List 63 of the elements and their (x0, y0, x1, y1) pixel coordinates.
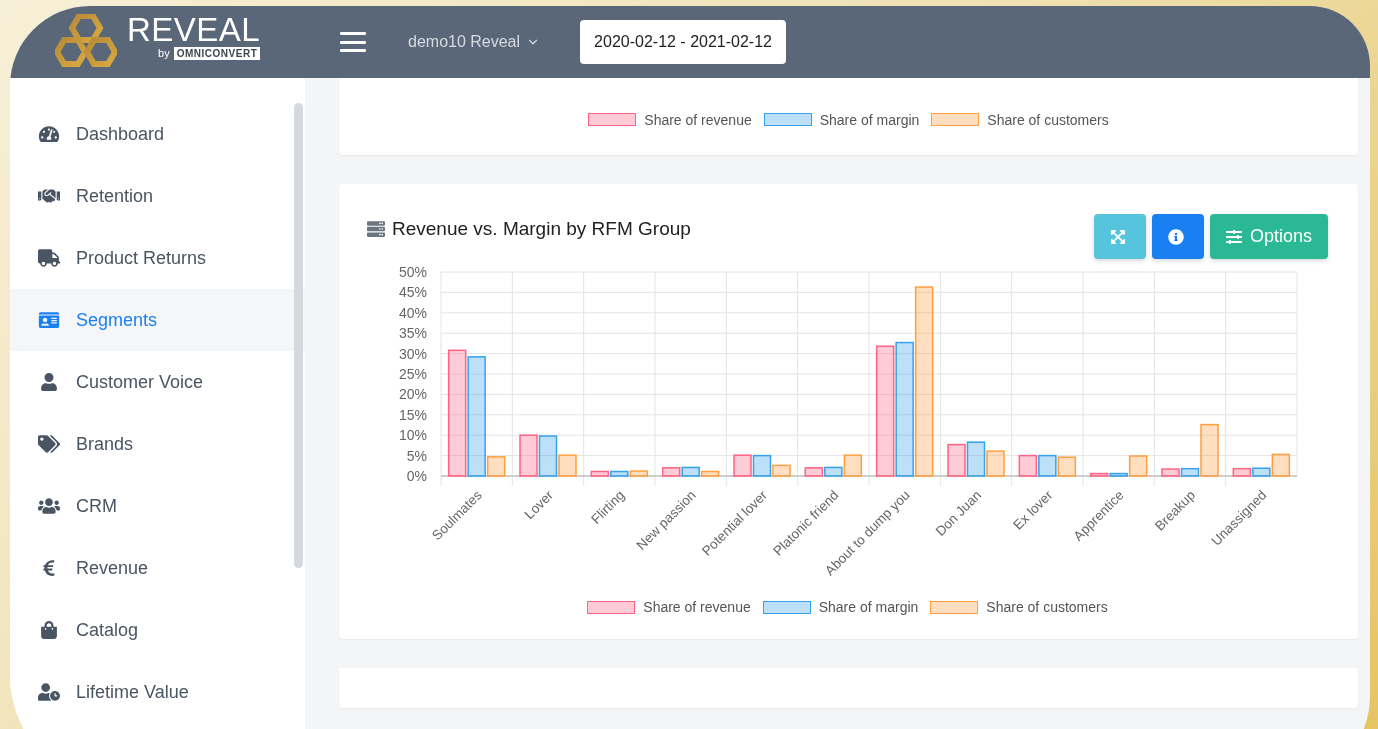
server-icon (367, 220, 385, 238)
axis-tick-label: 30% (398, 345, 427, 362)
hexagon-logo-icon (55, 14, 117, 70)
axis-tick-label: 45% (398, 284, 427, 301)
sidebar-item[interactable]: Retention (10, 165, 305, 227)
gauge-icon (38, 125, 60, 143)
sidebar-item[interactable]: Catalog (10, 599, 305, 661)
axis-tick-label: 15% (398, 406, 427, 423)
bar (986, 450, 1005, 477)
bar (1232, 467, 1252, 477)
sidebar-item[interactable]: Revenue (10, 537, 305, 599)
menu-icon[interactable] (340, 32, 366, 52)
sidebar-item[interactable]: CRM (10, 475, 305, 537)
bar (804, 467, 824, 477)
sliders-icon (1225, 228, 1242, 245)
info-icon (1167, 228, 1184, 245)
bar (661, 467, 681, 477)
axis-tick-label: 50% (398, 264, 427, 280)
bar (519, 434, 538, 477)
bar (733, 454, 752, 477)
axis-tick-label: 25% (398, 366, 427, 382)
bag-icon (38, 621, 60, 639)
legend-label: Share of revenue (644, 111, 752, 128)
axis-tick-label: 5% (406, 447, 427, 464)
sidebar-item[interactable]: Dashboard (10, 103, 305, 165)
bar (1038, 454, 1057, 477)
expand-icon (1109, 228, 1126, 245)
user-clock-icon (38, 683, 60, 701)
brand-by: by (158, 47, 170, 59)
legend-label: Share of margin (819, 111, 920, 128)
id-card-icon (38, 311, 60, 329)
company-name: OMNICONVERT (173, 46, 261, 60)
bar (1018, 454, 1038, 477)
legend-label: Share of customers (987, 111, 1109, 128)
legend-label: Share of revenue (643, 599, 751, 615)
user-icon (38, 373, 60, 391)
bar (1057, 456, 1077, 477)
axis-tick-label: 10% (398, 427, 427, 444)
brand-name: REVEAL (127, 12, 261, 47)
sidebar-item[interactable]: Segments (10, 289, 305, 351)
axis-tick-label: 40% (398, 304, 427, 321)
sidebar-item[interactable]: Brands (10, 413, 305, 475)
account-dropdown[interactable]: demo10 Reveal (408, 33, 541, 51)
sidebar-item[interactable]: Customer Voice (10, 351, 305, 413)
legend-label: Share of customers (986, 599, 1108, 615)
tags-icon (38, 435, 60, 453)
axis-tick-label: 35% (398, 325, 427, 342)
axis-tick-label: 0% (406, 468, 427, 484)
handshake-icon (38, 187, 60, 205)
legend-label: Share of margin (818, 599, 919, 615)
date-range-field[interactable]: 2020-02-12 - 2021-02-12 (580, 20, 786, 64)
expand-button[interactable] (1093, 214, 1146, 259)
bar (947, 443, 966, 477)
sidebar-item[interactable]: Product Returns (10, 227, 305, 289)
axis-tick-label: 20% (398, 386, 427, 403)
truck-icon (38, 249, 60, 267)
bar (1161, 468, 1180, 477)
bar (966, 441, 986, 477)
card-title: Revenue vs. Margin by RFM Group (392, 218, 691, 240)
users-icon (38, 497, 60, 515)
info-button[interactable] (1151, 214, 1204, 259)
scrollbar[interactable] (294, 103, 303, 568)
sidebar-item[interactable]: Lifetime Value (10, 661, 305, 723)
